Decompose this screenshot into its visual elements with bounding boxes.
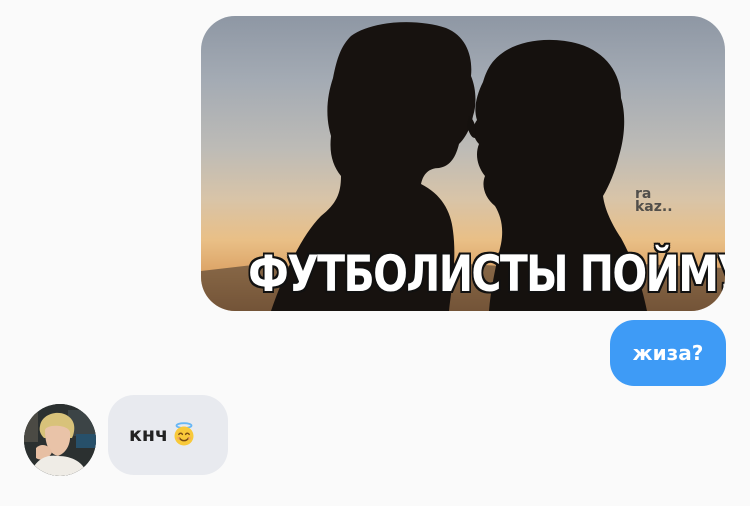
received-text-message[interactable]: кнч <box>108 395 228 475</box>
smiling-face-with-halo-icon <box>172 422 196 446</box>
sent-image-message[interactable]: ra kaz.. ФУТБОЛИСТЫ ПОЙМУТ <box>201 16 725 311</box>
image-caption: ФУТБОЛИСТЫ ПОЙМУТ <box>248 245 725 303</box>
watermark: ra kaz.. <box>635 187 673 215</box>
watermark-line-2: kaz.. <box>635 199 673 215</box>
sent-text-message[interactable]: жиза? <box>610 320 726 386</box>
avatar-photo <box>24 404 96 476</box>
contact-avatar[interactable] <box>24 404 96 476</box>
received-text: кнч <box>129 424 169 446</box>
